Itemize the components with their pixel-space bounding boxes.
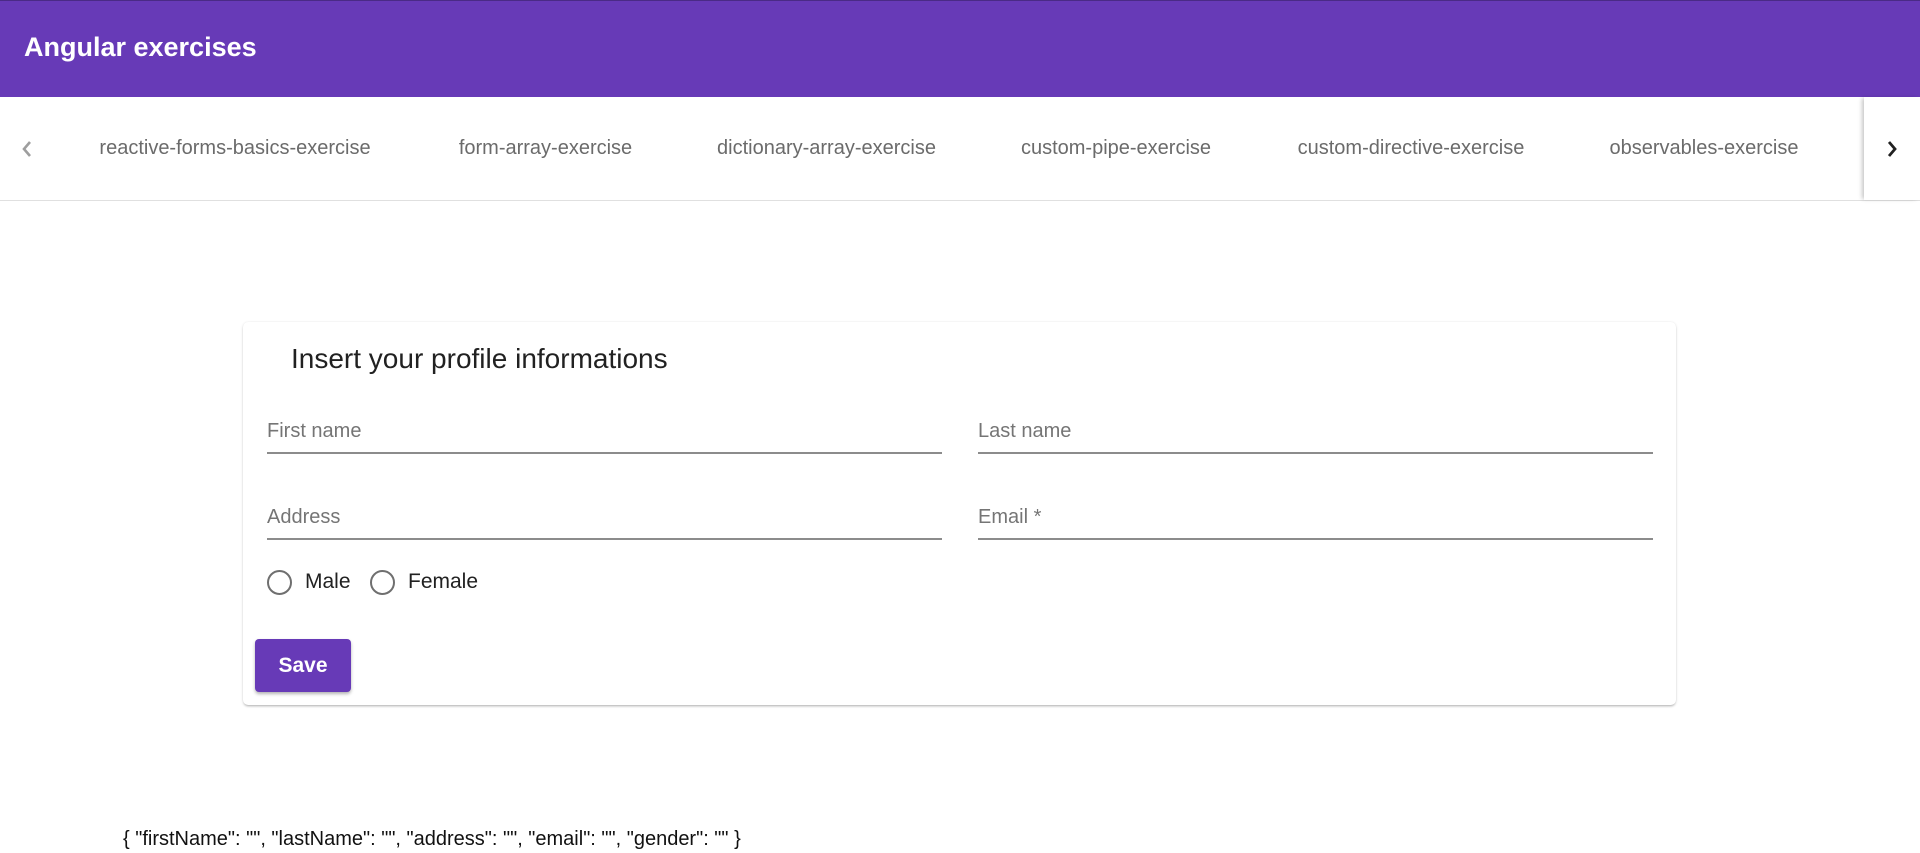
radio-label-female: Female (408, 570, 479, 593)
tab-custom-pipe-exercise[interactable]: custom-pipe-exercise (986, 97, 1246, 200)
form-value-output: { "firstName": "", "lastName": "", "addr… (123, 828, 741, 850)
tab-dictionary-array-exercise[interactable]: dictionary-array-exercise (687, 97, 966, 200)
first-name-input[interactable] (267, 414, 946, 452)
form-title: Insert your profile informations (291, 343, 668, 374)
last-name-field[interactable]: Last name (978, 414, 1657, 454)
address-field[interactable]: Address (267, 500, 946, 540)
gender-radio-female[interactable]: Female (370, 567, 478, 597)
tab-label: custom-directive-exercise (1297, 137, 1525, 159)
tab-label: custom-pipe-exercise (1020, 137, 1212, 159)
tab-label: dictionary-array-exercise (717, 137, 936, 159)
tab-custom-directive-exercise[interactable]: custom-directive-exercise (1266, 97, 1556, 200)
chevron-right-icon (1887, 140, 1897, 157)
last-name-input[interactable] (978, 414, 1657, 452)
app-title: Angular exercises (24, 32, 257, 62)
email-field[interactable]: Email * (978, 500, 1657, 540)
tab-reactive-forms-basics-exercise[interactable]: reactive-forms-basics-exercise (66, 97, 404, 200)
radio-button-circle[interactable] (370, 569, 395, 595)
app-toolbar: Angular exercises (0, 0, 1920, 97)
radio-label-male: Male (305, 570, 351, 593)
gender-radio-male[interactable]: Male (267, 567, 351, 597)
tab-label: form-array-exercise (458, 137, 633, 159)
tab-label: observables-exercise (1609, 137, 1799, 159)
chevron-left-icon (22, 140, 31, 157)
tab-form-array-exercise[interactable]: form-array-exercise (424, 97, 667, 200)
first-name-field[interactable]: First name (267, 414, 946, 454)
email-input[interactable] (978, 500, 1657, 538)
radio-button-circle[interactable] (267, 569, 292, 595)
save-button[interactable]: Save (255, 639, 351, 692)
tab-observables-exercise[interactable]: observables-exercise (1576, 97, 1832, 200)
tab-scroll-left-button[interactable] (0, 97, 54, 200)
tab-scroll-right-button[interactable] (1864, 97, 1920, 200)
profile-form-card: Insert your profile informations First n… (243, 322, 1676, 705)
tab-label: reactive-forms-basics-exercise (99, 137, 371, 159)
tab-bar: reactive-forms-basics-exercise form-arra… (0, 97, 1920, 201)
address-input[interactable] (267, 500, 946, 538)
